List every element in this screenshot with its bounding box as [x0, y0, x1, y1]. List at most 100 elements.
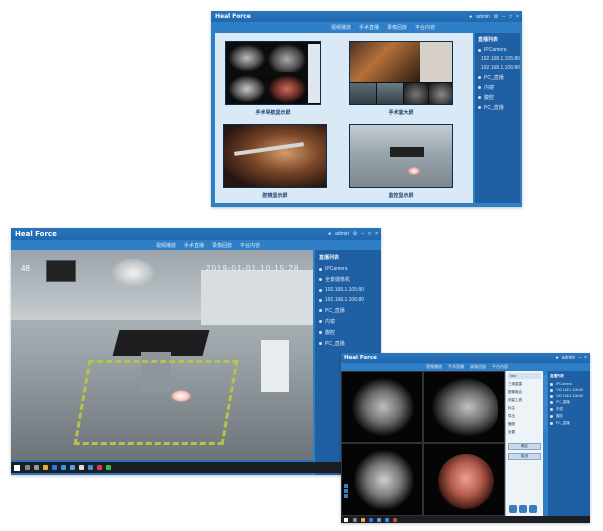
task-view-icon[interactable] [34, 465, 39, 470]
minimize-icon[interactable]: – [578, 355, 581, 361]
action-icon[interactable] [519, 505, 527, 513]
tab-platform[interactable]: 平台内容 [492, 364, 508, 370]
live-item[interactable]: 腹腔 [550, 414, 588, 419]
control-option[interactable]: 导出 [508, 414, 541, 419]
search-icon[interactable] [353, 517, 357, 522]
control-option[interactable]: 设置 [508, 430, 541, 435]
browser-icon[interactable] [52, 465, 57, 470]
nav-tabs: 视频播放 手术直播 录像回放 平台内容 [156, 242, 260, 249]
side-tab[interactable] [543, 419, 547, 429]
mri-sagittal-view[interactable] [423, 371, 505, 443]
live-item[interactable]: IPCamera [319, 266, 377, 272]
close-icon[interactable]: × [375, 231, 378, 237]
display-tile-or-screen[interactable]: 手术室大屏 [349, 41, 453, 119]
display-tile-navigation[interactable]: 手术导航显示屏 [225, 41, 321, 119]
control-option[interactable]: 测量工具 [508, 398, 541, 403]
zoom-icon[interactable] [344, 484, 348, 488]
browser-icon[interactable] [369, 517, 373, 522]
close-icon[interactable]: × [584, 355, 587, 361]
control-option[interactable]: 标注 [508, 406, 541, 411]
window-or-camera: Heal Force ● admin ⚙ – □ × 视频播放 手术直播 录像回… [11, 228, 381, 475]
live-item[interactable]: 192.168.1.106:80 [319, 297, 377, 303]
app-icon[interactable] [97, 465, 102, 470]
tab-video-play[interactable]: 视频播放 [156, 242, 176, 249]
mri-axial-view[interactable] [341, 371, 423, 443]
mri-3d-render-view[interactable] [423, 443, 505, 516]
live-item[interactable]: 内镜 [319, 318, 377, 325]
control-option[interactable]: 截图 [508, 422, 541, 427]
live-item[interactable]: PC_直播 [550, 421, 588, 426]
live-item[interactable]: 192.168.1.106:80 [478, 65, 520, 71]
tile-caption: 监控显示屏 [388, 193, 414, 199]
live-item[interactable]: 192.168.1.105:80 [478, 56, 520, 62]
live-item[interactable]: 腹腔 [319, 329, 377, 336]
tab-recording[interactable]: 录像回放 [387, 24, 407, 31]
app-icon[interactable] [393, 517, 397, 522]
live-item[interactable]: 192.168.1.105:80 [550, 388, 588, 392]
control-option[interactable]: 图像融合 [508, 390, 541, 395]
settings-icon[interactable]: ⚙ [353, 231, 357, 237]
tab-video-play[interactable]: 视频播放 [426, 364, 442, 370]
mail-icon[interactable] [70, 465, 75, 470]
windows-start-icon[interactable] [14, 464, 20, 471]
live-item[interactable]: IPCamera [478, 47, 517, 53]
minimize-icon[interactable]: – [361, 231, 364, 237]
maximize-icon[interactable]: □ [368, 231, 371, 237]
live-item[interactable]: 内镜 [478, 84, 517, 91]
side-tab[interactable] [543, 397, 547, 407]
side-tab[interactable] [543, 386, 547, 396]
live-item[interactable]: PC_直播 [550, 400, 588, 405]
close-icon[interactable]: × [516, 14, 519, 20]
pan-icon[interactable] [344, 489, 348, 493]
live-item[interactable]: 腹腔 [478, 94, 517, 101]
live-item[interactable]: PC_直播 [478, 104, 517, 111]
display-tile-endoscope[interactable]: 腔镜显示屏 [223, 124, 327, 202]
app-icon[interactable] [88, 465, 93, 470]
action-icon[interactable] [529, 505, 537, 513]
window-controls: ● admin ⚙ – □ × [328, 228, 378, 240]
tab-surgery-live[interactable]: 手术直播 [184, 242, 204, 249]
rotate-icon[interactable] [344, 494, 348, 498]
app-icon[interactable] [385, 517, 389, 522]
windows-start-icon[interactable] [344, 517, 348, 522]
navigation-control-panel: Nav 三维重建 图像融合 测量工具 标注 导出 截图 设置 确定 取消 [505, 371, 543, 516]
cancel-button[interactable]: 取消 [508, 453, 541, 460]
side-tab[interactable] [543, 408, 547, 418]
live-item[interactable]: IPCamera [550, 382, 588, 386]
folder-icon[interactable] [361, 517, 365, 522]
confirm-button[interactable]: 确定 [508, 443, 541, 450]
search-icon[interactable] [25, 465, 30, 470]
live-item[interactable]: PC_直播 [478, 74, 517, 81]
live-item[interactable]: 内镜 [550, 407, 588, 412]
tab-surgery-live[interactable]: 手术直播 [448, 364, 464, 370]
display-tile-surveillance[interactable]: 监控显示屏 [349, 124, 453, 202]
settings-icon[interactable]: ⚙ [494, 14, 498, 20]
tab-video-play[interactable]: 视频播放 [331, 24, 351, 31]
tab-recording[interactable]: 录像回放 [212, 242, 232, 249]
tab-platform[interactable]: 平台内容 [415, 24, 435, 31]
action-icon[interactable] [509, 505, 517, 513]
live-item[interactable]: 192.168.1.106:80 [550, 394, 588, 398]
side-tab[interactable] [543, 375, 547, 385]
live-item[interactable]: 192.168.1.105:80 [319, 287, 377, 293]
minimize-icon[interactable]: – [502, 14, 505, 20]
maximize-icon[interactable]: □ [509, 14, 512, 20]
camera-icon [319, 309, 322, 312]
mail-icon[interactable] [377, 517, 381, 522]
live-item[interactable]: 全景摄像机 [319, 276, 377, 283]
live-item[interactable]: PC_直播 [319, 307, 377, 314]
user-name: admin [561, 355, 576, 361]
camera-icon [550, 382, 553, 386]
tab-platform[interactable]: 平台内容 [240, 242, 260, 249]
window-overview: Heal Force ● admin ⚙ – □ × 视频播放 手术直播 录像回… [211, 11, 522, 207]
live-item[interactable]: PC_直播 [319, 340, 377, 347]
app-icon[interactable] [106, 465, 111, 470]
camera-app-icon[interactable] [79, 465, 84, 470]
folder-icon[interactable] [43, 465, 48, 470]
tab-recording[interactable]: 录像回放 [470, 364, 486, 370]
mri-coronal-view[interactable] [341, 443, 423, 516]
camera-view[interactable]: 48 2019-01-01 10:15:28 [11, 250, 313, 460]
control-option[interactable]: 三维重建 [508, 382, 541, 387]
store-icon[interactable] [61, 465, 66, 470]
tab-surgery-live[interactable]: 手术直播 [359, 24, 379, 31]
